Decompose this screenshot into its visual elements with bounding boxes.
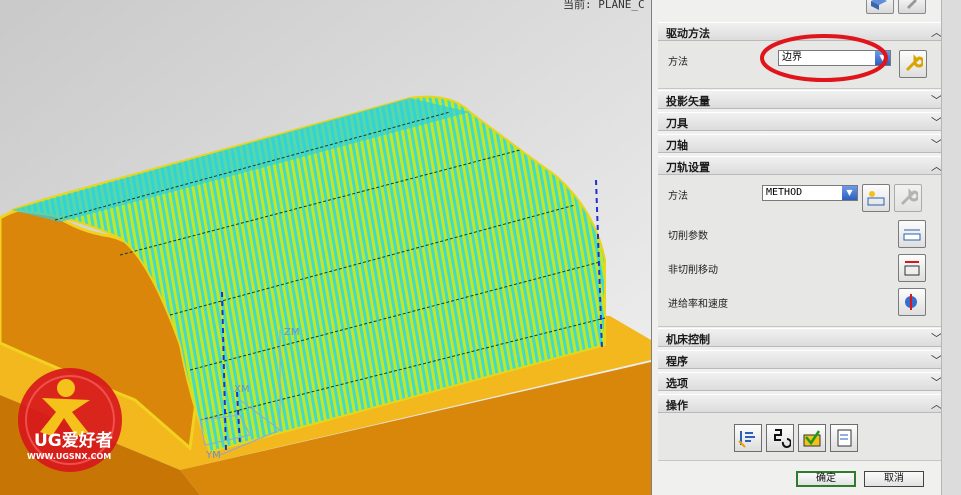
non-cut-moves-icon [904,261,920,276]
xm-label: XM [234,384,249,395]
section-tool[interactable]: 刀具 ﹀ [658,112,947,131]
cut-params-button[interactable] [898,220,926,248]
section-machine-control[interactable]: 机床控制 ﹀ [658,328,947,347]
drive-method-title: 驱动方法 [666,27,710,40]
display-button[interactable] [866,0,894,14]
section-projection-vector[interactable]: 投影矢量 ﹀ [658,90,947,109]
list-button[interactable] [830,424,858,452]
feeds-speeds-label: 进给率和速度 [668,299,728,310]
tool-axis-title: 刀轴 [666,139,688,152]
options-title: 选项 [666,377,688,390]
generate-icon [738,431,755,448]
section-options[interactable]: 选项 ﹀ [658,372,947,391]
non-cut-moves-label: 非切削移动 [668,265,718,276]
program-title: 程序 [666,355,688,368]
non-cut-moves-button[interactable] [898,254,926,282]
drive-method-edit-button[interactable] [899,50,927,78]
verify-icon [803,430,821,447]
red-circle-annotation [760,34,888,82]
method-create-button[interactable] [862,184,890,212]
path-method-select[interactable]: METHOD ▼ [762,185,858,201]
replay-icon [774,429,791,448]
projection-vector-title: 投影矢量 [666,95,710,108]
path-settings-body: 方法 METHOD ▼ 切削参数 非切削移动 进给率和速度 [658,175,947,327]
ym-label: YM [205,450,221,461]
chevron-down-icon: ▼ [842,186,857,200]
logo-name: UG爱好者 [34,430,113,451]
section-program[interactable]: 程序 ﹀ [658,350,947,369]
wrench-icon [900,188,918,206]
drive-method-label: 方法 [668,57,688,68]
zm-label: ZM [284,327,299,338]
cut-params-label: 切削参数 [668,231,708,242]
path-settings-title: 刀轨设置 [666,161,710,174]
logo-url: WWW.UGSNX.COM [27,452,111,461]
status-text: 当前: PLANE_C [563,0,645,11]
part-model: ZM XM YM UG爱好者 WWW.UGSNX.COM [0,0,651,495]
machine-control-title: 机床控制 [666,333,710,346]
method-edit-button[interactable] [894,184,922,212]
edit-button[interactable] [898,0,926,14]
ok-button[interactable]: 确定 [796,471,856,487]
ugsnx-logo: UG爱好者 WWW.UGSNX.COM [18,368,122,472]
tool-title: 刀具 [666,117,688,130]
replay-button[interactable] [766,424,794,452]
path-method-value: METHOD [766,187,803,198]
section-actions[interactable]: 操作 ︿ [658,394,947,413]
graphics-viewport[interactable]: ZM XM YM UG爱好者 WWW.UGSNX.COM 当前: PLANE_C [0,0,651,495]
section-tool-axis[interactable]: 刀轴 ﹀ [658,134,947,153]
section-path-settings[interactable]: 刀轨设置 ︿ [658,156,947,175]
cut-params-icon [903,229,921,241]
cancel-button[interactable]: 取消 [864,471,924,487]
verify-button[interactable] [798,424,826,452]
method-icon [867,191,885,206]
wrench-icon [905,54,923,72]
list-icon [837,429,852,447]
actions-title: 操作 [666,399,688,412]
top-toolbar [658,0,947,14]
feeds-speeds-icon [905,294,917,310]
feeds-speeds-button[interactable] [898,288,926,316]
generate-button[interactable] [734,424,762,452]
path-method-label: 方法 [668,191,688,202]
dialog-scrollbar[interactable] [941,0,961,495]
